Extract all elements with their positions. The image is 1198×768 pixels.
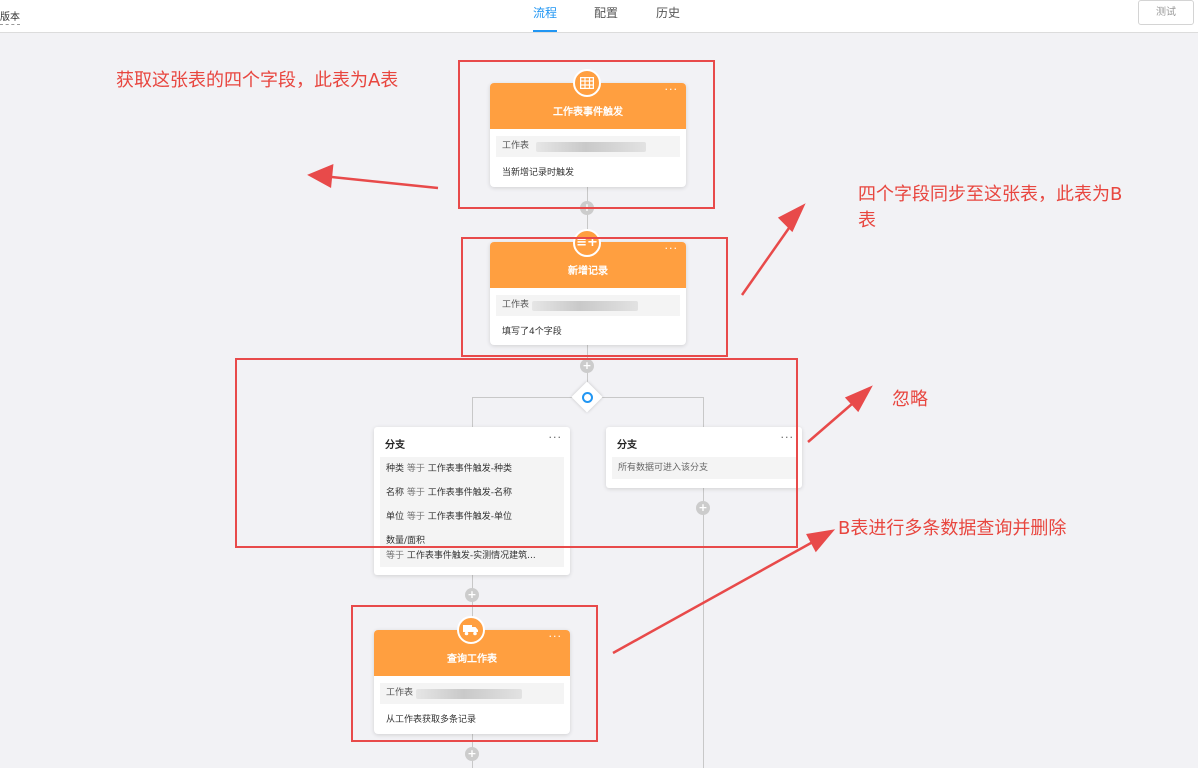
annotation-arrows <box>307 164 873 655</box>
arrow-head <box>307 164 334 189</box>
arrow-head <box>777 203 806 233</box>
arrow-line <box>612 536 821 655</box>
arrow-line <box>740 217 798 296</box>
arrow-head <box>806 529 836 553</box>
arrow-line <box>321 174 439 190</box>
